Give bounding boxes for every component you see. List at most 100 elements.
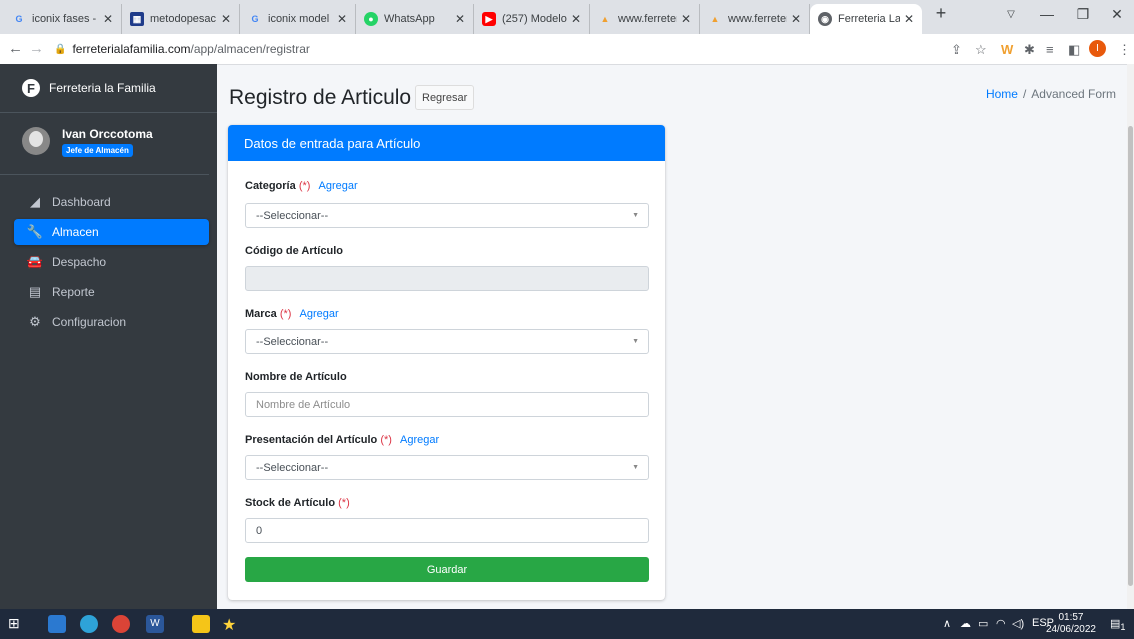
- close-tab-icon[interactable]: ✕: [571, 12, 581, 26]
- brand-name: Ferreteria la Familia: [49, 81, 156, 95]
- sidebar-item-label: Reporte: [52, 285, 95, 299]
- close-tab-icon[interactable]: ✕: [791, 12, 801, 26]
- breadcrumb: Home / Advanced Form: [986, 87, 1116, 101]
- windows-start-icon[interactable]: ⊞: [8, 615, 26, 633]
- battery-icon[interactable]: ▭: [978, 617, 988, 630]
- profile-avatar-icon[interactable]: I: [1089, 40, 1106, 57]
- sidebar-item-almacen[interactable]: 🔧 Almacen: [14, 219, 209, 245]
- chart-area-icon: ◢: [30, 194, 40, 209]
- globe-icon: ◉: [818, 12, 832, 26]
- page-scrollbar-thumb[interactable]: [1128, 126, 1133, 586]
- breadcrumb-home-link[interactable]: Home: [986, 87, 1018, 101]
- sidebar-item-reporte[interactable]: ▤ Reporte: [14, 279, 209, 305]
- sidebar-item-despacho[interactable]: 🚘 Despacho: [14, 249, 209, 275]
- doc-icon: ▦: [130, 12, 144, 26]
- word-icon[interactable]: W: [146, 615, 164, 633]
- browser-address-bar: ← → 🔒 ferreterialafamilia.com/app/almace…: [0, 34, 1134, 65]
- browser-tab[interactable]: ▦ metodopesac ✕: [122, 4, 240, 34]
- stock-input[interactable]: [256, 524, 636, 537]
- browser-tab[interactable]: ▶ (257) Modelo ✕: [474, 4, 590, 34]
- url-field[interactable]: 🔒 ferreterialafamilia.com/app/almacen/re…: [54, 38, 922, 60]
- taskbar-clock[interactable]: 01:57 24/06/2022: [1046, 612, 1096, 636]
- close-tab-icon[interactable]: ✕: [455, 12, 465, 26]
- bookmark-star-icon[interactable]: ☆: [975, 42, 987, 58]
- minimize-icon[interactable]: —: [1032, 6, 1062, 22]
- windows-taskbar: ⊞ W ★ ∧ ☁ ▭ ◠ ◁) ESP 01:57 24/06/2022 ▤1: [0, 609, 1134, 639]
- notification-icon[interactable]: ▤1: [1110, 617, 1126, 632]
- presentacion-select[interactable]: --Seleccionar-- ▼: [245, 455, 649, 480]
- close-tab-icon[interactable]: ✕: [681, 12, 691, 26]
- file-explorer-icon[interactable]: [48, 615, 66, 633]
- clock-date: 24/06/2022: [1045, 624, 1096, 635]
- stock-field-wrapper: [245, 518, 649, 543]
- required-mark: (*): [380, 434, 392, 446]
- sidebar-item-label: Almacen: [52, 225, 99, 239]
- marca-select[interactable]: --Seleccionar-- ▼: [245, 329, 649, 354]
- side-panel-icon[interactable]: ◧: [1068, 42, 1080, 58]
- onedrive-icon[interactable]: ☁: [960, 617, 971, 630]
- file-icon: ▤: [28, 284, 42, 299]
- browser-tab-bar: G iconix fases - ✕ ▦ metodopesac ✕ G ico…: [0, 0, 1134, 34]
- volume-icon[interactable]: ◁): [1012, 617, 1024, 630]
- breadcrumb-current: Advanced Form: [1031, 87, 1116, 101]
- restore-icon[interactable]: ❐: [1068, 6, 1098, 23]
- wrench-icon: 🔧: [26, 224, 44, 239]
- close-tab-icon[interactable]: ✕: [221, 12, 231, 26]
- sidebar-item-label: Configuracion: [52, 315, 127, 329]
- chrome-icon[interactable]: [112, 615, 130, 633]
- add-marca-link[interactable]: Agregar: [300, 308, 339, 320]
- wifi-icon[interactable]: ◠: [996, 617, 1006, 630]
- close-window-icon[interactable]: ✕: [1102, 6, 1132, 23]
- article-form-card: Datos de entrada para Artículo Categoría…: [228, 125, 665, 600]
- lock-icon: 🔒: [54, 43, 67, 55]
- sidebar-item-dashboard[interactable]: ◢ Dashboard: [14, 189, 209, 215]
- tray-expand-icon[interactable]: ∧: [943, 617, 951, 630]
- tab-search-icon[interactable]: ▽: [996, 9, 1026, 20]
- back-arrow-icon[interactable]: ←: [8, 40, 23, 57]
- browser-tab[interactable]: G iconix fases - ✕: [4, 4, 122, 34]
- taskbar-app-icon[interactable]: [192, 615, 210, 633]
- sidebar-item-label: Despacho: [52, 255, 107, 269]
- google-icon: G: [251, 14, 259, 24]
- browser-tab[interactable]: G iconix model ✕: [240, 4, 356, 34]
- share-icon[interactable]: ⇪: [951, 42, 962, 58]
- cogs-icon: ⚙: [29, 314, 41, 329]
- add-categoria-link[interactable]: Agregar: [318, 180, 357, 192]
- ferreteria-icon: ▲: [710, 14, 720, 24]
- stock-label: Stock de Artículo (*): [245, 497, 350, 509]
- sidebar-item-configuracion[interactable]: ⚙ Configuracion: [14, 309, 209, 335]
- youtube-icon: ▶: [482, 12, 496, 26]
- extension-w-icon[interactable]: W: [1001, 42, 1013, 57]
- user-role-badge: Jefe de Almacén: [62, 144, 133, 157]
- add-presentacion-link[interactable]: Agregar: [400, 434, 439, 446]
- categoria-select[interactable]: --Seleccionar-- ▼: [245, 203, 649, 228]
- sidebar: F Ferreteria la Familia Ivan Orccotoma J…: [0, 64, 217, 609]
- browser-menu-icon[interactable]: ⋮: [1118, 42, 1131, 58]
- back-button[interactable]: Regresar: [415, 85, 475, 110]
- brand-link[interactable]: F Ferreteria la Familia: [0, 64, 217, 113]
- user-name[interactable]: Ivan Orccotoma: [62, 127, 153, 141]
- codigo-field: [245, 266, 649, 291]
- new-tab-icon[interactable]: +: [926, 3, 956, 24]
- browser-tab-active[interactable]: ◉ Ferreteria La ✕: [810, 4, 922, 34]
- forward-arrow-icon[interactable]: →: [29, 40, 44, 57]
- brand-logo-icon: F: [22, 79, 40, 97]
- browser-tab[interactable]: ▲ www.ferreteri ✕: [700, 4, 810, 34]
- categoria-label: Categoría (*) Agregar: [245, 180, 358, 192]
- close-tab-icon[interactable]: ✕: [904, 12, 914, 26]
- edge-icon[interactable]: [80, 615, 98, 633]
- card-title: Datos de entrada para Artículo: [228, 125, 665, 161]
- notification-count: 1: [1120, 622, 1126, 633]
- chevron-down-icon: ▼: [632, 464, 639, 471]
- sidebar-menu: ◢ Dashboard 🔧 Almacen 🚘 Despacho ▤ Repor…: [0, 189, 217, 335]
- reading-list-icon[interactable]: ≡: [1046, 42, 1054, 57]
- nombre-input[interactable]: [256, 398, 636, 411]
- browser-tab[interactable]: ▲ www.ferreteri ✕: [590, 4, 700, 34]
- close-tab-icon[interactable]: ✕: [103, 12, 113, 26]
- extensions-puzzle-icon[interactable]: ✱: [1024, 42, 1035, 58]
- star-app-icon[interactable]: ★: [222, 615, 240, 634]
- save-button[interactable]: Guardar: [245, 557, 649, 582]
- presentacion-label: Presentación del Artículo (*) Agregar: [245, 434, 440, 446]
- close-tab-icon[interactable]: ✕: [337, 12, 347, 26]
- browser-tab[interactable]: ● WhatsApp ✕: [356, 4, 474, 34]
